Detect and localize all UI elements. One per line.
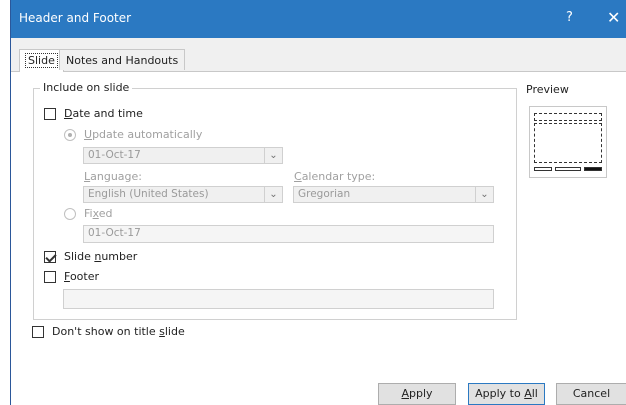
footer-label[interactable]: Footer (64, 270, 99, 283)
dialog-title: Header and Footer (19, 11, 132, 25)
preview-slide-number-placeholder (584, 167, 602, 171)
slide-tab-panel: Include on slide Date and time Update au… (11, 72, 626, 405)
tab-notes-label: Notes and Handouts (66, 54, 179, 67)
apply-to-all-button[interactable]: Apply to All (468, 383, 545, 405)
apply-button[interactable]: Apply (378, 383, 456, 405)
slide-preview (529, 106, 607, 178)
cancel-button[interactable]: Cancel (556, 383, 626, 405)
window-edge (0, 0, 10, 405)
calendar-type-select[interactable]: Gregorian ⌄ (293, 186, 494, 203)
date-and-time-label[interactable]: Date and time (64, 107, 143, 120)
fixed-date-input[interactable]: 01-Oct-17 (83, 225, 494, 243)
footer-checkbox[interactable] (44, 271, 56, 283)
preview-date-placeholder (534, 167, 552, 171)
calendar-type-value: Gregorian (298, 188, 351, 200)
tab-slide-label: Slide (25, 53, 58, 68)
slide-number-checkbox[interactable] (44, 251, 56, 263)
preview-footer-placeholder (555, 167, 581, 171)
update-automatically-label: Update automatically (84, 128, 203, 141)
date-and-time-checkbox[interactable] (44, 108, 56, 120)
include-on-slide-legend: Include on slide (40, 81, 133, 94)
fixed-label: Fixed (84, 207, 113, 220)
dont-show-on-title-slide-label[interactable]: Don't show on title slide (52, 325, 185, 338)
preview-body-placeholder (534, 123, 602, 163)
chevron-down-icon: ⌄ (475, 187, 493, 202)
update-date-select[interactable]: 01-Oct-17 ⌄ (83, 147, 283, 164)
header-footer-dialog: Header and Footer ? ✕ Slide Notes and Ha… (10, 0, 626, 405)
language-value: English (United States) (88, 188, 209, 200)
tab-slide[interactable]: Slide (19, 49, 64, 72)
chevron-down-icon: ⌄ (264, 148, 282, 163)
slide-number-label[interactable]: Slide number (64, 250, 137, 263)
language-label: Language: (84, 170, 143, 183)
title-bar: Header and Footer ? ✕ (11, 0, 626, 38)
language-select[interactable]: English (United States) ⌄ (83, 186, 283, 203)
tab-notes-and-handouts[interactable]: Notes and Handouts (59, 49, 186, 70)
close-icon[interactable]: ✕ (607, 8, 620, 27)
chevron-down-icon: ⌄ (264, 187, 282, 202)
calendar-type-label: Calendar type: (294, 170, 376, 183)
preview-header-placeholder (534, 113, 602, 121)
include-on-slide-group: Include on slide Date and time Update au… (33, 81, 517, 320)
fixed-radio[interactable] (64, 208, 76, 220)
update-date-value: 01-Oct-17 (88, 149, 141, 161)
update-automatically-radio[interactable] (64, 129, 76, 141)
preview-group: Preview (517, 83, 607, 190)
fixed-date-value: 01-Oct-17 (88, 227, 141, 239)
dont-show-on-title-slide-checkbox[interactable] (32, 326, 44, 338)
footer-input[interactable] (63, 289, 494, 309)
tab-bar: Slide Notes and Handouts (11, 49, 626, 72)
preview-legend: Preview (526, 83, 569, 96)
help-icon[interactable]: ? (566, 10, 573, 25)
